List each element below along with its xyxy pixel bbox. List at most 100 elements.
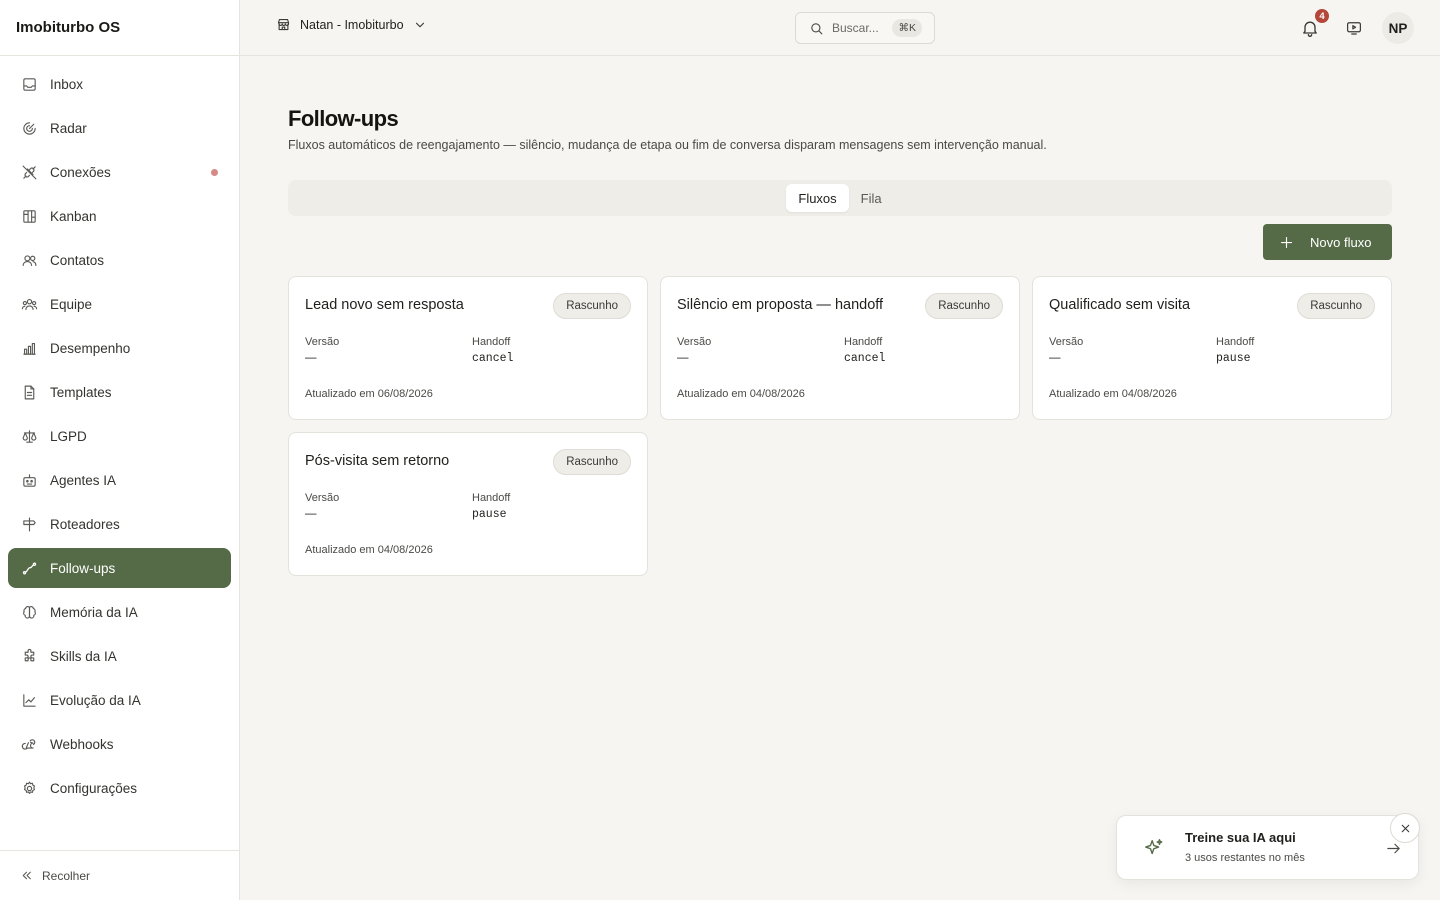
sidebar-item-equipe[interactable]: Equipe [8, 284, 231, 324]
version-value: — [1049, 352, 1061, 364]
toast-title: Treine sua IA aqui [1185, 830, 1296, 845]
handoff-value: cancel [844, 352, 886, 365]
sidebar-item-memoria-ia[interactable]: Memória da IA [8, 592, 231, 632]
new-flow-button[interactable]: Novo fluxo [1263, 224, 1392, 260]
close-icon[interactable] [1390, 813, 1420, 843]
brain-icon [20, 603, 38, 621]
sidebar-item-lgpd[interactable]: LGPD [8, 416, 231, 456]
sidebar-item-label: Contatos [50, 252, 105, 268]
inbox-icon [20, 75, 38, 93]
sidebar-item-webhooks[interactable]: Webhooks [8, 724, 231, 764]
team-icon [20, 295, 38, 313]
tab-fluxos[interactable]: Fluxos [786, 184, 849, 212]
handoff-label: Handoff [472, 336, 511, 348]
handoff-label: Handoff [1216, 336, 1255, 348]
sidebar-item-inbox[interactable]: Inbox [8, 64, 231, 104]
store-icon [276, 17, 291, 32]
flow-card[interactable]: Pós-visita sem retorno Rascunho Versão —… [288, 432, 648, 576]
sidebar-item-agentes-ia[interactable]: Agentes IA [8, 460, 231, 500]
sidebar-item-contatos[interactable]: Contatos [8, 240, 231, 280]
version-value: — [305, 352, 317, 364]
toast-subtitle: 3 usos restantes no mês [1185, 852, 1305, 864]
updated-at: Atualizado em 06/08/2026 [305, 388, 433, 400]
version-value: — [677, 352, 689, 364]
kanban-icon [20, 207, 38, 225]
topbar: Natan - Imobiturbo Buscar... ⌘K 4 NP [240, 0, 1440, 56]
avatar[interactable]: NP [1382, 12, 1414, 44]
bot-icon [20, 471, 38, 489]
sidebar-item-desempenho[interactable]: Desempenho [8, 328, 231, 368]
sidebar-item-evolucao-ia[interactable]: Evolução da IA [8, 680, 231, 720]
search-icon [809, 21, 824, 36]
sidebar-item-roteadores[interactable]: Roteadores [8, 504, 231, 544]
status-badge: Rascunho [553, 293, 631, 319]
signpost-icon [20, 515, 38, 533]
sidebar-item-skills-ia[interactable]: Skills da IA [8, 636, 231, 676]
status-badge: Rascunho [553, 449, 631, 475]
search-input[interactable]: Buscar... ⌘K [795, 12, 935, 44]
line-chart-icon [20, 691, 38, 709]
collapse-label: Recolher [42, 868, 91, 883]
status-badge: Rascunho [1297, 293, 1375, 319]
sidebar-item-label: Desempenho [50, 340, 131, 356]
arrow-right-icon[interactable] [1385, 840, 1402, 862]
version-label: Versão [305, 336, 340, 348]
sidebar-item-label: Roteadores [50, 516, 120, 532]
updated-at: Atualizado em 04/08/2026 [305, 544, 433, 556]
tab-fila[interactable]: Fila [849, 184, 894, 212]
sidebar-item-conexoes[interactable]: Conexões [8, 152, 231, 192]
radar-icon [20, 119, 38, 137]
status-badge: Rascunho [925, 293, 1003, 319]
sidebar-item-label: Radar [50, 120, 87, 136]
sidebar-item-label: Skills da IA [50, 648, 117, 664]
sidebar-item-label: Agentes IA [50, 472, 117, 488]
sidebar-item-label: Conexões [50, 164, 111, 180]
flow-card[interactable]: Silêncio em proposta — handoff Rascunho … [660, 276, 1020, 420]
handoff-value: pause [1216, 352, 1251, 365]
sidebar-item-follow-ups[interactable]: Follow-ups [8, 548, 231, 588]
sidebar-item-label: Memória da IA [50, 604, 138, 620]
plus-icon [1279, 235, 1294, 250]
sidebar-item-templates[interactable]: Templates [8, 372, 231, 412]
sidebar-nav: Inbox Radar Conexões Kanban Contatos Equ… [0, 56, 239, 808]
sidebar-item-label: Equipe [50, 296, 93, 312]
flow-card[interactable]: Lead novo sem resposta Rascunho Versão —… [288, 276, 648, 420]
workspace-name: Natan - Imobiturbo [300, 17, 404, 32]
handoff-value: cancel [472, 352, 514, 365]
sidebar-item-label: Follow-ups [50, 560, 116, 576]
flow-card[interactable]: Qualificado sem visita Rascunho Versão —… [1032, 276, 1392, 420]
flow-title: Lead novo sem resposta [305, 297, 464, 313]
bar-chart-icon [20, 339, 38, 357]
page-subtitle: Fluxos automáticos de reengajamento — si… [288, 138, 1047, 152]
sidebar-item-label: LGPD [50, 428, 87, 444]
sidebar-item-configuracoes[interactable]: Configurações [8, 768, 231, 808]
screen-play-icon[interactable] [1345, 19, 1363, 37]
flow-title: Silêncio em proposta — handoff [677, 297, 884, 313]
version-label: Versão [1049, 336, 1084, 348]
notification-badge: 4 [1314, 8, 1330, 24]
workspace-switcher[interactable]: Natan - Imobiturbo [276, 17, 427, 32]
trend-path-icon [20, 559, 38, 577]
document-icon [20, 383, 38, 401]
scale-icon [20, 427, 38, 445]
app-title: Imobiturbo OS [0, 0, 239, 56]
webhook-icon [20, 735, 38, 753]
sidebar: Imobiturbo OS Inbox Radar Conexões Kanba… [0, 0, 240, 900]
collapse-sidebar-button[interactable]: Recolher [0, 850, 239, 900]
page-title: Follow-ups [288, 106, 399, 131]
sparkles-icon [1143, 837, 1165, 864]
version-label: Versão [677, 336, 712, 348]
plug-off-icon [20, 163, 38, 181]
flow-title: Pós-visita sem retorno [305, 453, 450, 469]
sidebar-item-kanban[interactable]: Kanban [8, 196, 231, 236]
flow-title: Qualificado sem visita [1049, 297, 1191, 313]
sidebar-item-label: Templates [50, 384, 112, 400]
version-value: — [305, 508, 317, 520]
view-tabs: Fluxos Fila [288, 180, 1392, 216]
sidebar-item-label: Inbox [50, 76, 84, 92]
train-ai-toast[interactable]: Treine sua IA aqui 3 usos restantes no m… [1116, 815, 1419, 880]
contacts-icon [20, 251, 38, 269]
sidebar-item-label: Webhooks [50, 736, 114, 752]
sidebar-item-radar[interactable]: Radar [8, 108, 231, 148]
sidebar-item-label: Kanban [50, 208, 97, 224]
